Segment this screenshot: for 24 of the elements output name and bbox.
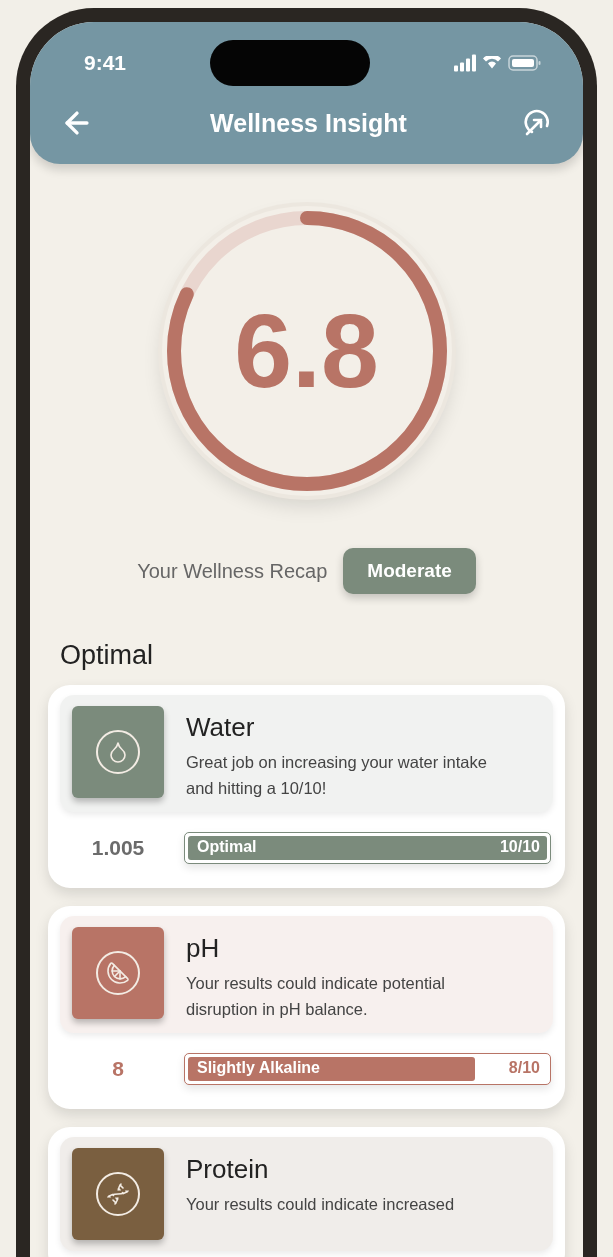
citrus-slice-icon: [95, 950, 141, 996]
status-time: 9:41: [84, 51, 127, 75]
bar-label: Optimal: [197, 838, 257, 856]
metric-description: Your results could indicate potential disruption in pH balance.: [186, 973, 446, 1020]
metric-title: Water: [186, 712, 256, 743]
score-value: 6.8: [234, 291, 379, 411]
metric-description: Great job on increasing your water intake and hitting a 10/10!: [186, 752, 488, 799]
dna-icon: [95, 1171, 141, 1217]
status-badge: Moderate: [343, 548, 476, 594]
recap-label: Your Wellness Recap: [137, 559, 328, 583]
metric-title: pH: [186, 933, 221, 964]
page-title: Wellness Insight: [210, 108, 407, 138]
bar-score: 8/10: [508, 1059, 540, 1077]
droplet-icon: [95, 729, 141, 775]
metric-reading: 8: [111, 1057, 125, 1081]
battery-icon: [508, 55, 541, 71]
section-title: Optimal: [60, 640, 155, 671]
metric-reading: 1.005: [90, 836, 146, 860]
signal-icon: [454, 54, 476, 72]
wifi-icon: [482, 56, 502, 70]
bar-score: 10/10: [499, 838, 540, 856]
bar-label: Slightly Alkaline: [197, 1059, 320, 1077]
metric-title: Protein: [186, 1154, 270, 1185]
metric-description: Your results could indicate increased: [186, 1194, 455, 1215]
